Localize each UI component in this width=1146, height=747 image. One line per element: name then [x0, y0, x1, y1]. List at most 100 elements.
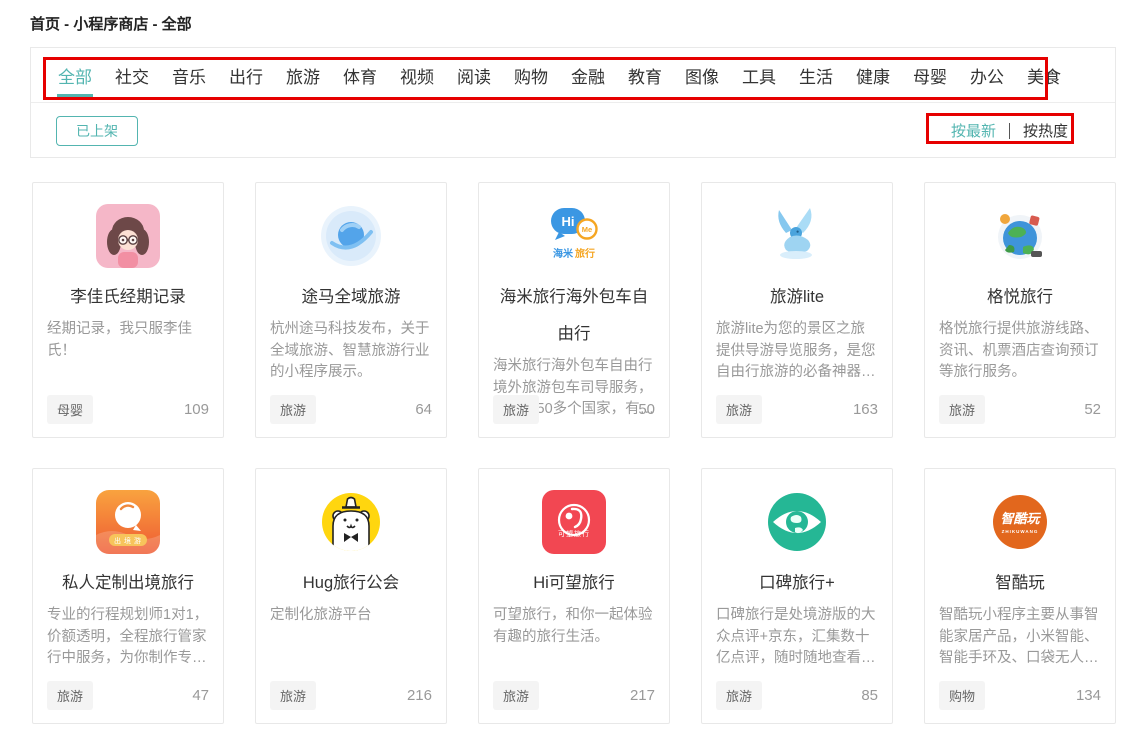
app-card-hug[interactable]: Hug旅行公会 定制化旅游平台 旅游 216	[255, 468, 447, 724]
card-footer: 母婴 109	[47, 395, 209, 424]
app-card-koubei[interactable]: 口碑旅行+ 口碑旅行是处境游版的大众点评+京东，汇集数十亿点评，随时随地查看看身…	[701, 468, 893, 724]
card-footer: 旅游 50	[493, 395, 655, 424]
earth-collage-icon	[987, 203, 1053, 269]
card-footer: 旅游 217	[493, 681, 655, 710]
usage-count: 109	[184, 401, 209, 418]
app-card-kewang[interactable]: 可望旅行 Hi可望旅行 可望旅行，和你一起体验有趣的旅行生活。 旅游 217	[478, 468, 670, 724]
app-description: 专业的行程规划师1对1，价额透明，全程旅行管家行中服务，为你制作专属的路...	[47, 605, 209, 670]
category-tag[interactable]: 旅游	[493, 681, 539, 710]
category-tag[interactable]: 旅游	[716, 681, 762, 710]
app-description: 可望旅行，和你一起体验有趣的旅行生活。	[493, 605, 655, 648]
app-card-zhikuwan[interactable]: 智酷玩 ZHIKUWANG 智酷玩 智酷玩小程序主要从事智能家居产品，小米智能、…	[924, 468, 1116, 724]
app-card-lvyou-lite[interactable]: 旅游lite 旅游lite为您的景区之旅提供导游导览服务，是您自由行旅游的必备神…	[701, 182, 893, 438]
nav-item-music[interactable]: 音乐	[172, 63, 206, 88]
planet-icon	[318, 203, 384, 269]
app-card-tuma[interactable]: 途马全域旅游 杭州途马科技发布，关于全域旅游、智慧旅游行业的小程序展示。 旅游 …	[255, 182, 447, 438]
haimi-bubble-icon: Hi Me 海米 旅行	[541, 203, 607, 269]
category-tag[interactable]: 购物	[939, 681, 985, 710]
nav-item-travel[interactable]: 旅游	[286, 63, 320, 88]
girl-avatar-icon	[95, 203, 161, 269]
nav-item-mother-baby[interactable]: 母婴	[913, 63, 947, 88]
listed-filter-button[interactable]: 已上架	[56, 116, 138, 146]
svg-text:Me: Me	[582, 225, 592, 234]
nav-item-transport[interactable]: 出行	[229, 63, 263, 88]
card-footer: 旅游 47	[47, 681, 209, 710]
nav-item-office[interactable]: 办公	[970, 63, 1004, 88]
app-description: 定制化旅游平台	[270, 605, 432, 627]
app-description: 杭州途马科技发布，关于全域旅游、智慧旅游行业的小程序展示。	[270, 319, 432, 384]
nav-item-life[interactable]: 生活	[799, 63, 833, 88]
card-footer: 旅游 163	[716, 395, 878, 424]
app-description: 旅游lite为您的景区之旅提供导游导览服务，是您自由行旅游的必备神器，遭到...	[716, 319, 878, 384]
card-footer: 购物 134	[939, 681, 1101, 710]
nav-item-education[interactable]: 教育	[628, 63, 662, 88]
balloon-outbound-icon: 出境游	[95, 489, 161, 555]
sort-by-hottest[interactable]: 按热度	[1023, 120, 1068, 141]
sort-divider	[1009, 123, 1010, 139]
category-tag[interactable]: 旅游	[716, 395, 762, 424]
app-grid: 李佳氏经期记录 经期记录，我只服李佳氏！ 母婴 109 途马全域旅游 杭州途马科…	[32, 182, 1116, 724]
filter-row: 已上架 按最新 按热度	[31, 103, 1115, 158]
app-card-haimi[interactable]: Hi Me 海米 旅行 海米旅行海外包车自由行 海米旅行海外包车自由行境外旅游包…	[478, 182, 670, 438]
app-description: 智酷玩小程序主要从事智能家居产品，小米智能、智能手环及、口袋无人机、网...	[939, 605, 1101, 670]
nav-item-tools[interactable]: 工具	[742, 63, 776, 88]
usage-count: 163	[853, 401, 878, 418]
app-title: Hi可望旅行	[493, 565, 655, 602]
app-title: 口碑旅行+	[716, 565, 878, 602]
nav-item-shopping[interactable]: 购物	[514, 63, 548, 88]
category-tag[interactable]: 母婴	[47, 395, 93, 424]
app-description: 格悦旅行提供旅游线路、资讯、机票酒店查询预订等旅行服务。	[939, 319, 1101, 384]
category-tag[interactable]: 旅游	[270, 681, 316, 710]
svg-text:智酷玩: 智酷玩	[1000, 511, 1041, 526]
category-nav: 全部 社交 音乐 出行 旅游 体育 视频 阅读 购物 金融 教育 图像 工具 生…	[31, 48, 1115, 103]
svg-text:可望旅行: 可望旅行	[558, 529, 590, 538]
card-footer: 旅游 85	[716, 681, 878, 710]
bear-icon	[318, 489, 384, 555]
usage-count: 217	[630, 687, 655, 704]
nav-item-social[interactable]: 社交	[115, 63, 149, 88]
app-description: 经期记录，我只服李佳氏！	[47, 319, 209, 362]
svg-text:Hi: Hi	[562, 214, 575, 229]
card-footer: 旅游 216	[270, 681, 432, 710]
app-title: 格悦旅行	[939, 279, 1101, 316]
usage-count: 52	[1084, 401, 1101, 418]
category-tag[interactable]: 旅游	[47, 681, 93, 710]
svg-text:ZHIKUWANG: ZHIKUWANG	[1002, 529, 1039, 534]
usage-count: 216	[407, 687, 432, 704]
nav-item-sports[interactable]: 体育	[343, 63, 377, 88]
app-title: 智酷玩	[939, 565, 1101, 602]
usage-count: 47	[192, 687, 209, 704]
usage-count: 134	[1076, 687, 1101, 704]
store-panel: 全部 社交 音乐 出行 旅游 体育 视频 阅读 购物 金融 教育 图像 工具 生…	[30, 47, 1116, 158]
app-description: 口碑旅行是处境游版的大众点评+京东，汇集数十亿点评，随时随地查看看身边...	[716, 605, 878, 670]
breadcrumb[interactable]: 首页 - 小程序商店 - 全部	[30, 13, 192, 34]
app-title: 私人定制出境旅行	[47, 565, 209, 602]
sort-by-newest[interactable]: 按最新	[951, 120, 996, 141]
kewang-ring-icon: 可望旅行	[541, 489, 607, 555]
app-card-lijiashi[interactable]: 李佳氏经期记录 经期记录，我只服李佳氏！ 母婴 109	[32, 182, 224, 438]
usage-count: 64	[415, 401, 432, 418]
app-title: 旅游lite	[716, 279, 878, 316]
usage-count: 85	[861, 687, 878, 704]
nav-item-video[interactable]: 视频	[400, 63, 434, 88]
svg-text:出境游: 出境游	[114, 536, 144, 545]
eye-globe-icon	[764, 489, 830, 555]
svg-text:旅行: 旅行	[575, 247, 595, 260]
card-footer: 旅游 52	[939, 395, 1101, 424]
nav-item-reading[interactable]: 阅读	[457, 63, 491, 88]
nav-item-health[interactable]: 健康	[856, 63, 890, 88]
nav-item-food[interactable]: 美食	[1027, 63, 1061, 88]
nav-item-all[interactable]: 全部	[58, 63, 92, 88]
usage-count: 50	[638, 401, 655, 418]
svg-text:海米: 海米	[553, 247, 574, 260]
app-card-geyue[interactable]: 格悦旅行 格悦旅行提供旅游线路、资讯、机票酒店查询预订等旅行服务。 旅游 52	[924, 182, 1116, 438]
nav-item-image[interactable]: 图像	[685, 63, 719, 88]
app-title: Hug旅行公会	[270, 565, 432, 602]
app-card-sirending[interactable]: 出境游 私人定制出境旅行 专业的行程规划师1对1，价额透明，全程旅行管家行中服务…	[32, 468, 224, 724]
nav-item-finance[interactable]: 金融	[571, 63, 605, 88]
sort-group: 按最新 按热度	[951, 120, 1068, 141]
app-title: 海米旅行海外包车自由行	[493, 279, 655, 353]
category-tag[interactable]: 旅游	[270, 395, 316, 424]
category-tag[interactable]: 旅游	[939, 395, 985, 424]
category-tag[interactable]: 旅游	[493, 395, 539, 424]
